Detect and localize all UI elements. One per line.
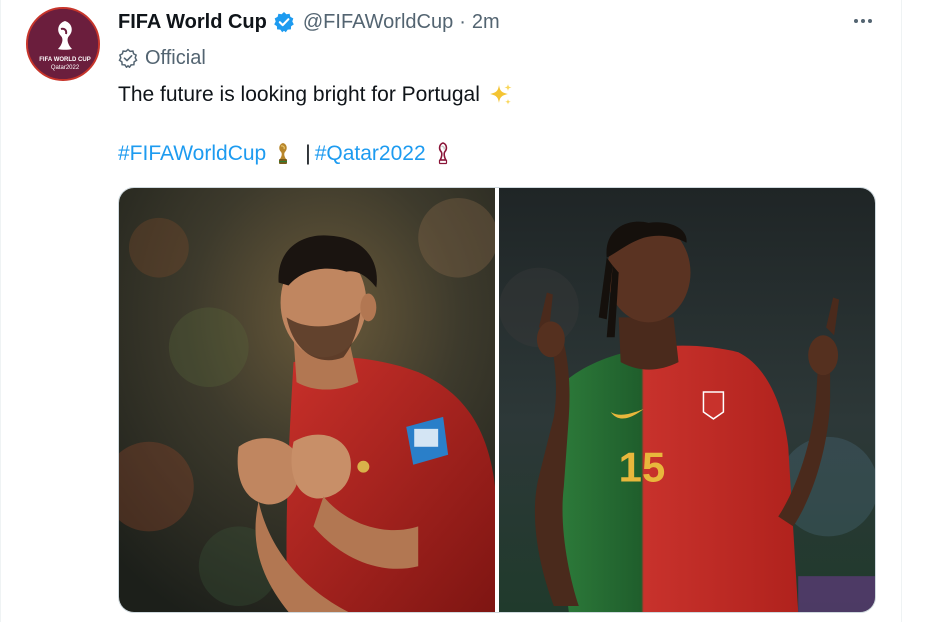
hashtag-link[interactable]: #Qatar2022 [315, 142, 426, 166]
timestamp[interactable]: 2m [472, 11, 500, 34]
sparkle-icon [488, 82, 514, 108]
tweet-header: FIFA World Cup @FIFAWorldCup · 2m [118, 9, 500, 35]
avatar-text: Qatar2022 [51, 65, 80, 71]
tweet-photo[interactable]: 3 15 [499, 188, 875, 612]
timeline-divider [0, 0, 1, 622]
trophy-icon [274, 141, 292, 167]
tweet-card[interactable]: FIFA WORLD CUP Qatar2022 FIFA World Cup … [0, 0, 928, 622]
hashtag-separator: | [305, 142, 311, 165]
shirt-number: 15 [619, 444, 666, 491]
media-grid: 3 15 [118, 187, 876, 613]
tweet-text: The future is looking bright for Portuga… [118, 82, 514, 108]
hashtag-link[interactable]: #FIFAWorldCup [118, 142, 266, 166]
tweet-text-content: The future is looking bright for Portuga… [118, 83, 480, 106]
trophy-outline-icon [434, 141, 452, 167]
timeline-divider [901, 0, 902, 622]
official-label-row: Official [118, 45, 206, 71]
display-name[interactable]: FIFA World Cup [118, 11, 267, 34]
avatar-text: FIFA WORLD CUP [39, 57, 90, 63]
verified-icon [273, 11, 295, 33]
avatar[interactable]: FIFA WORLD CUP Qatar2022 [26, 7, 100, 81]
more-icon[interactable] [848, 8, 878, 34]
hashtag-row: #FIFAWorldCup | #Qatar2022 [118, 141, 452, 167]
separator-dot: · [459, 10, 466, 33]
official-icon [118, 48, 138, 69]
official-label: Official [145, 46, 206, 69]
tweet-photo[interactable] [119, 188, 495, 612]
user-handle[interactable]: @FIFAWorldCup [303, 11, 453, 34]
